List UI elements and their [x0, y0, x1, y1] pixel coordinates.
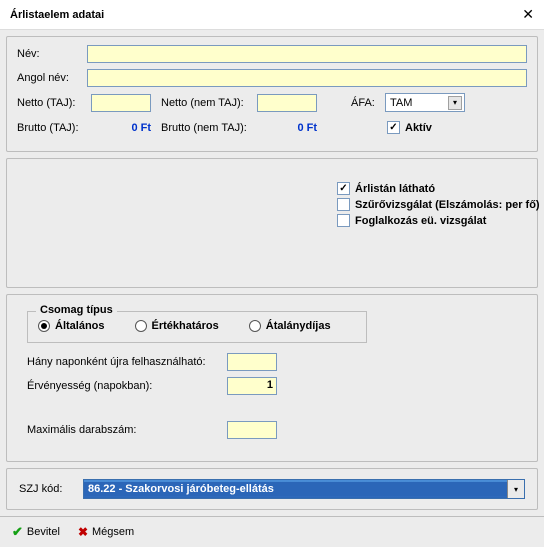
- netto-taj-input[interactable]: [91, 94, 151, 112]
- name-input[interactable]: [87, 45, 527, 63]
- visible-checkbox-row[interactable]: Árlistán látható: [337, 182, 540, 195]
- brutto-nemtaj-value: 0 Ft: [257, 122, 317, 134]
- occup-label: Foglalkozás eü. vizsgálat: [355, 215, 486, 227]
- x-icon: ✖: [78, 525, 88, 539]
- check-icon: ✔: [12, 524, 23, 540]
- szj-panel: SZJ kód: 86.22 - Szakorvosi járóbeteg-el…: [6, 468, 538, 510]
- netto-nemtaj-input[interactable]: [257, 94, 317, 112]
- szj-value: 86.22 - Szakorvosi járóbeteg-ellátás: [84, 482, 507, 496]
- radio-general-dot: [38, 320, 50, 332]
- afa-select[interactable]: TAM ▾: [385, 93, 465, 112]
- cancel-button[interactable]: ✖ Mégsem: [78, 524, 134, 540]
- radio-flat[interactable]: Átalánydíjas: [249, 320, 331, 332]
- radio-general-label: Általános: [55, 320, 105, 332]
- radio-flat-dot: [249, 320, 261, 332]
- ok-button[interactable]: ✔ Bevitel: [12, 524, 60, 540]
- visible-checkbox[interactable]: [337, 182, 350, 195]
- aktiv-checkbox[interactable]: [387, 121, 400, 134]
- radio-flat-label: Átalánydíjas: [266, 320, 331, 332]
- package-panel: Csomag típus Általános Értékhatáros Átal…: [6, 294, 538, 462]
- package-legend: Csomag típus: [36, 304, 117, 316]
- validity-label: Érvényesség (napokban):: [27, 380, 227, 392]
- titlebar: Árlistaelem adatai ✕: [0, 0, 544, 30]
- brutto-nemtaj-label: Brutto (nem TAJ):: [161, 122, 253, 134]
- screening-checkbox-row[interactable]: Szűrővizsgálat (Elszámolás: per fő): [337, 198, 540, 211]
- afa-label: ÁFA:: [351, 97, 381, 109]
- brutto-taj-label: Brutto (TAJ):: [17, 122, 87, 134]
- chevron-down-icon: ▾: [448, 96, 462, 110]
- screening-checkbox[interactable]: [337, 198, 350, 211]
- szj-label: SZJ kód:: [19, 483, 75, 495]
- screening-label: Szűrővizsgálat (Elszámolás: per fő): [355, 199, 540, 211]
- reuse-label: Hány naponként újra felhasználható:: [27, 356, 227, 368]
- aktiv-label: Aktív: [405, 122, 432, 134]
- radio-limit-label: Értékhatáros: [152, 320, 219, 332]
- radio-limit-dot: [135, 320, 147, 332]
- max-input[interactable]: [227, 421, 277, 439]
- occup-checkbox[interactable]: [337, 214, 350, 227]
- chevron-down-icon: ▾: [507, 480, 524, 498]
- occup-checkbox-row[interactable]: Foglalkozás eü. vizsgálat: [337, 214, 540, 227]
- package-fieldset: Csomag típus Általános Értékhatáros Átal…: [27, 311, 367, 343]
- brutto-taj-value: 0 Ft: [91, 122, 151, 134]
- button-bar: ✔ Bevitel ✖ Mégsem: [0, 516, 544, 547]
- radio-limit[interactable]: Értékhatáros: [135, 320, 219, 332]
- radio-general[interactable]: Általános: [38, 320, 105, 332]
- english-name-label: Angol név:: [17, 72, 87, 84]
- basic-panel: Név: Angol név: Netto (TAJ): Netto (nem …: [6, 36, 538, 152]
- ok-label: Bevitel: [27, 526, 60, 538]
- validity-input[interactable]: 1: [227, 377, 277, 395]
- name-label: Név:: [17, 48, 87, 60]
- options-panel: Árlistán látható Szűrővizsgálat (Elszámo…: [6, 158, 538, 288]
- close-icon[interactable]: ✕: [522, 6, 534, 23]
- english-name-input[interactable]: [87, 69, 527, 87]
- window-title: Árlistaelem adatai: [10, 9, 104, 21]
- visible-label: Árlistán látható: [355, 183, 435, 195]
- netto-taj-label: Netto (TAJ):: [17, 97, 87, 109]
- szj-select[interactable]: 86.22 - Szakorvosi járóbeteg-ellátás ▾: [83, 479, 525, 499]
- aktiv-checkbox-row[interactable]: Aktív: [387, 121, 432, 134]
- cancel-label: Mégsem: [92, 526, 134, 538]
- netto-nemtaj-label: Netto (nem TAJ):: [161, 97, 253, 109]
- afa-value: TAM: [390, 97, 412, 109]
- max-label: Maximális darabszám:: [27, 424, 227, 436]
- reuse-input[interactable]: [227, 353, 277, 371]
